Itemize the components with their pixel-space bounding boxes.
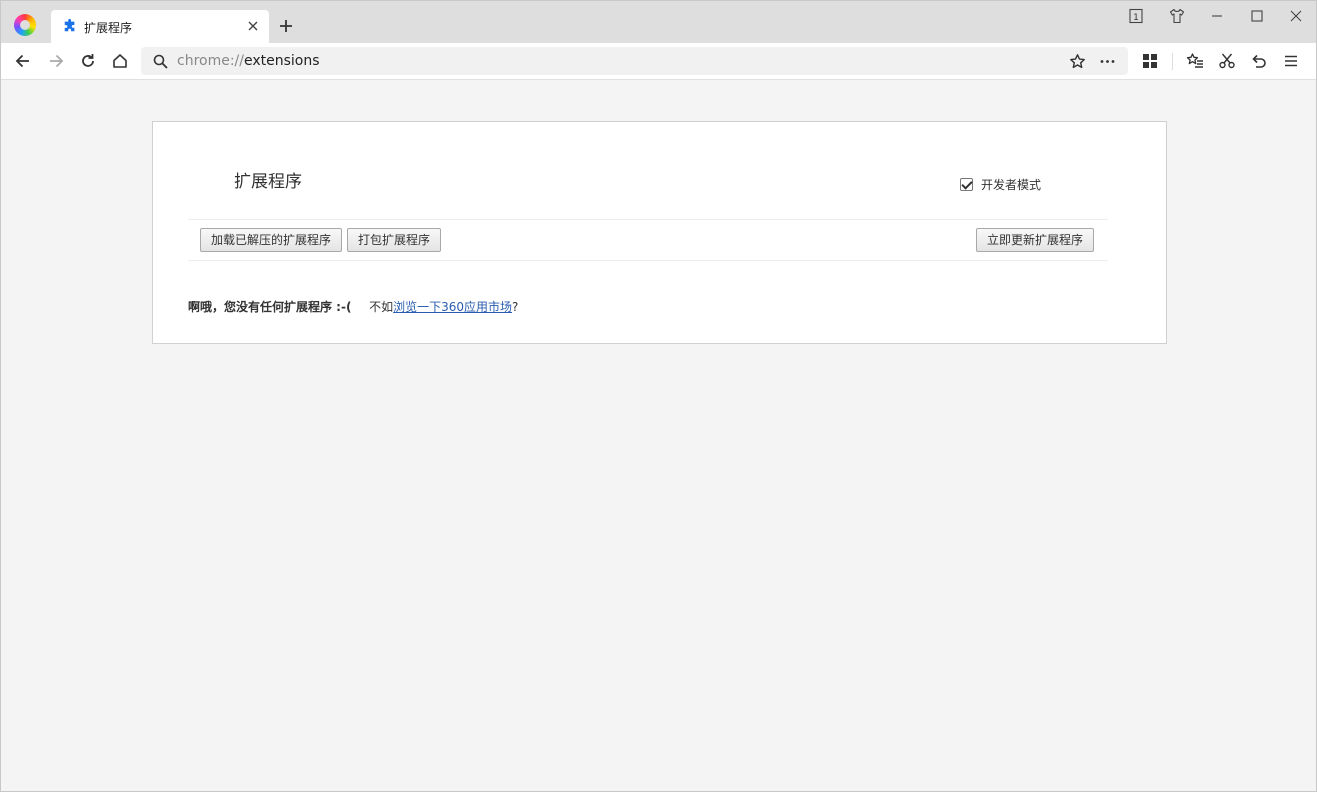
url-path: extensions [244, 53, 320, 69]
empty-suffix: ? [512, 300, 519, 314]
address-bar[interactable]: chrome://extensions [141, 47, 1128, 75]
divider-bottom [188, 260, 1108, 261]
home-button[interactable] [111, 52, 129, 70]
undo-icon[interactable] [1250, 52, 1268, 70]
more-icon[interactable] [1099, 53, 1116, 70]
tab-strip: 扩展程序 1 [1, 1, 1316, 43]
reload-button[interactable] [79, 52, 97, 70]
extensions-card: 扩展程序 开发者模式 加载已解压的扩展程序 打包扩展程序 立即更新扩展程序 啊哦… [152, 121, 1167, 344]
menu-icon[interactable] [1282, 52, 1300, 70]
search-icon [153, 54, 168, 69]
empty-prefix: 不如 [369, 300, 394, 314]
developer-mode-toggle[interactable]: 开发者模式 [960, 176, 1041, 193]
tab-extensions[interactable]: 扩展程序 [51, 10, 269, 43]
puzzle-icon [64, 19, 75, 32]
close-icon[interactable] [246, 19, 260, 33]
tab-title: 扩展程序 [84, 21, 133, 35]
divider-top [188, 219, 1108, 220]
browser-window: 扩展程序 1 chrome://extensions 扩展程序 开发者模式 加载… [0, 0, 1317, 792]
favorites-icon[interactable] [1186, 52, 1204, 70]
developer-mode-label: 开发者模式 [981, 178, 1042, 192]
webstore-link[interactable]: 浏览一下360应用市场 [393, 300, 512, 314]
scissors-icon[interactable] [1218, 52, 1236, 70]
toolbar-separator [1172, 53, 1173, 70]
maximize-button[interactable] [1248, 7, 1266, 25]
minimize-button[interactable] [1208, 7, 1226, 25]
url-scheme: chrome:// [177, 53, 244, 69]
update-extensions-button[interactable]: 立即更新扩展程序 [976, 228, 1095, 252]
empty-message: 啊哦，您没有任何扩展程序 :-( [188, 300, 352, 314]
page-title: 扩展程序 [234, 172, 302, 192]
pack-extension-button[interactable]: 打包扩展程序 [347, 228, 442, 252]
url-text[interactable]: chrome://extensions [177, 53, 320, 69]
load-unpacked-button[interactable]: 加载已解压的扩展程序 [200, 228, 343, 252]
browser-logo-icon[interactable] [14, 14, 36, 36]
toolbar: chrome://extensions [1, 43, 1316, 80]
apps-grid-icon[interactable] [1141, 52, 1159, 70]
back-button[interactable] [14, 52, 32, 70]
tab-count-label: 1 [1133, 13, 1139, 23]
skin-shirt-icon[interactable] [1168, 7, 1186, 25]
close-window-button[interactable] [1287, 7, 1305, 25]
developer-mode-checkbox[interactable] [960, 178, 973, 191]
bookmark-star-icon[interactable] [1069, 53, 1086, 70]
tab-count-button[interactable]: 1 [1127, 7, 1145, 25]
empty-state: 啊哦，您没有任何扩展程序 :-( 不如浏览一下360应用市场? [188, 298, 518, 315]
new-tab-button[interactable] [278, 18, 294, 34]
forward-button[interactable] [47, 52, 65, 70]
